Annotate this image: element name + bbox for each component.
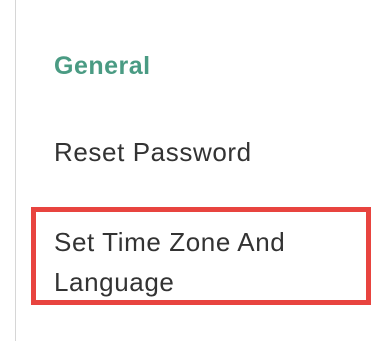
sidebar-item-set-time-zone-and-language[interactable]: Set Time Zone And Language	[54, 222, 358, 302]
section-title-general: General	[54, 52, 151, 80]
sidebar-divider	[15, 0, 16, 341]
sidebar-item-reset-password[interactable]: Reset Password	[54, 132, 252, 172]
settings-sidebar: General Reset Password Set Time Zone And…	[0, 0, 378, 341]
